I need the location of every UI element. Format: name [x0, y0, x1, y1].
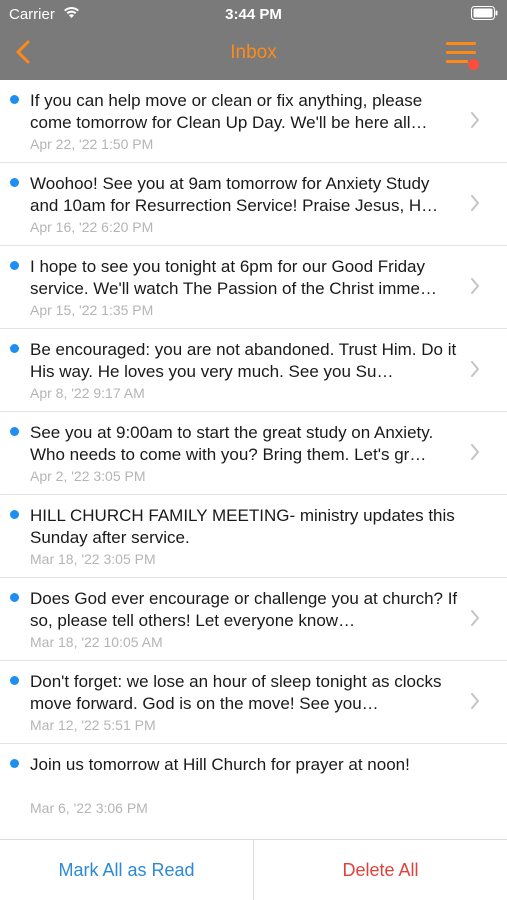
message-timestamp: Mar 18, '22 10:05 AM [30, 634, 163, 650]
message-row[interactable]: If you can help move or clean or fix any… [0, 80, 507, 163]
chevron-right-icon [471, 195, 479, 211]
message-list: If you can help move or clean or fix any… [0, 80, 507, 839]
menu-icon [446, 42, 476, 45]
unread-indicator [10, 593, 19, 602]
chevron-right-icon [471, 278, 479, 294]
chevron-right-icon [471, 112, 479, 128]
notification-badge [468, 59, 479, 70]
unread-indicator [10, 676, 19, 685]
message-row[interactable]: Woohoo! See you at 9am tomorrow for Anxi… [0, 163, 507, 246]
nav-bar: Inbox [0, 28, 507, 80]
message-row[interactable]: See you at 9:00am to start the great stu… [0, 412, 507, 495]
message-timestamp: Apr 2, '22 3:05 PM [30, 468, 146, 484]
chevron-right-icon [471, 361, 479, 377]
message-row[interactable]: Join us tomorrow at Hill Church for pray… [0, 744, 507, 827]
delete-all-button[interactable]: Delete All [254, 840, 507, 900]
message-row[interactable]: Don't forget: we lose an hour of sleep t… [0, 661, 507, 744]
status-bar: Carrier 3:44 PM [0, 0, 507, 28]
message-timestamp: Apr 16, '22 6:20 PM [30, 219, 154, 235]
message-timestamp: Apr 15, '22 1:35 PM [30, 302, 154, 318]
unread-indicator [10, 178, 19, 187]
message-row[interactable]: I hope to see you tonight at 6pm for our… [0, 246, 507, 329]
message-preview: Join us tomorrow at Hill Church for pray… [30, 755, 410, 774]
message-preview: Does God ever encourage or challenge you… [30, 589, 458, 630]
menu-button[interactable] [440, 38, 482, 74]
bottom-action-bar: Mark All as Read Delete All [0, 839, 507, 900]
unread-indicator [10, 344, 19, 353]
page-title: Inbox [230, 42, 277, 63]
unread-indicator [10, 427, 19, 436]
message-preview: HILL CHURCH FAMILY MEETING- ministry upd… [30, 506, 455, 547]
message-row[interactable]: Does God ever encourage or challenge you… [0, 578, 507, 661]
message-timestamp: Apr 22, '22 1:50 PM [30, 136, 154, 152]
message-timestamp: Mar 12, '22 5:51 PM [30, 717, 156, 733]
message-preview: See you at 9:00am to start the great stu… [30, 423, 434, 464]
clock: 3:44 PM [225, 6, 282, 23]
message-preview: I hope to see you tonight at 6pm for our… [30, 257, 437, 298]
top-bar: Carrier 3:44 PM Inbox [0, 0, 507, 80]
message-preview: Don't forget: we lose an hour of sleep t… [30, 672, 442, 713]
unread-indicator [10, 510, 19, 519]
message-preview: Woohoo! See you at 9am tomorrow for Anxi… [30, 174, 439, 215]
message-timestamp: Mar 18, '22 3:05 PM [30, 551, 156, 567]
battery-icon [471, 6, 498, 20]
message-preview: Be encouraged: you are not abandoned. Tr… [30, 340, 457, 381]
mark-all-read-button[interactable]: Mark All as Read [0, 840, 253, 900]
unread-indicator [10, 759, 19, 768]
message-timestamp: Apr 8, '22 9:17 AM [30, 385, 145, 401]
chevron-right-icon [471, 610, 479, 626]
message-preview: If you can help move or clean or fix any… [30, 91, 428, 132]
chevron-right-icon [471, 693, 479, 709]
message-row[interactable]: Be encouraged: you are not abandoned. Tr… [0, 329, 507, 412]
message-row[interactable]: HILL CHURCH FAMILY MEETING- ministry upd… [0, 495, 507, 578]
message-timestamp: Mar 6, '22 3:06 PM [30, 800, 148, 816]
unread-indicator [10, 95, 19, 104]
chevron-right-icon [471, 444, 479, 460]
unread-indicator [10, 261, 19, 270]
